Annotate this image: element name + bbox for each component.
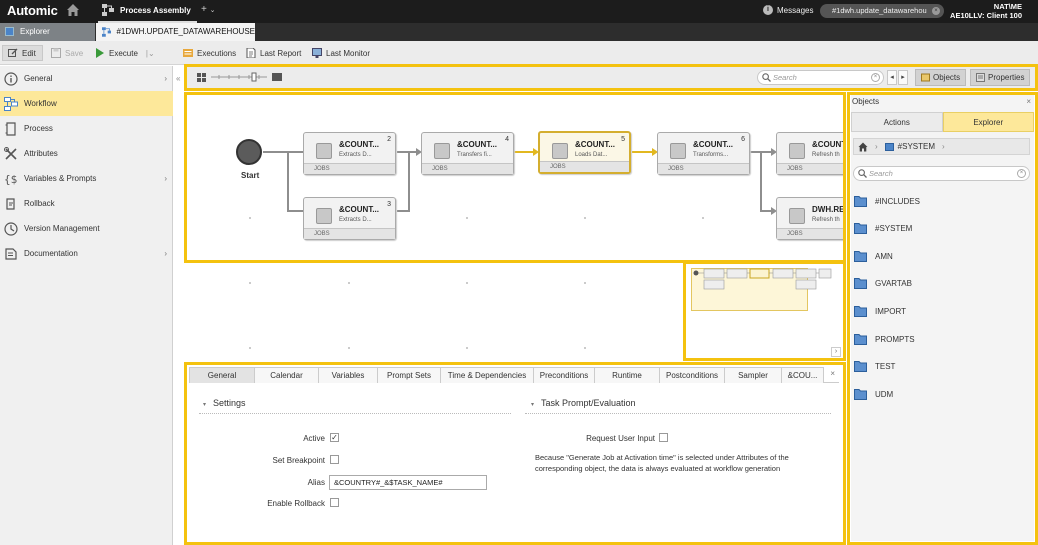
execute-dropdown-icon[interactable]: |⌄ (146, 49, 155, 58)
grid-dot (584, 282, 586, 284)
nav-label: Variables & Prompts (24, 174, 97, 183)
documentation-icon (5, 247, 17, 260)
grid-dot (348, 282, 350, 284)
nav-label: Rollback (24, 199, 55, 208)
grid-dot (584, 347, 586, 349)
nav-label: Attributes (24, 149, 58, 158)
recent-object-pill[interactable]: #1dwh.update_datawarehou × (820, 4, 944, 18)
grid-dot (249, 347, 251, 349)
messages-button[interactable]: i Messages (763, 5, 813, 15)
collapse-nav-icon[interactable]: « (176, 74, 180, 83)
highlight-frame-minimap (683, 261, 846, 361)
main-toolbar: Edit Save Execute |⌄ Executions Last Rep… (0, 41, 1038, 65)
process-assembly-label: Process Assembly (120, 6, 191, 15)
nav-label: Documentation (24, 249, 78, 258)
chevron-right-icon: › (164, 249, 167, 258)
svg-text:{$}: {$} (4, 173, 18, 186)
edit-label: Edit (22, 48, 36, 58)
grid-dot (348, 347, 350, 349)
execute-label: Execute (109, 48, 138, 58)
info-circle-icon (4, 71, 18, 86)
nav-label: Version Management (24, 224, 100, 233)
last-monitor-label: Last Monitor (326, 48, 371, 58)
grid-dot (249, 282, 251, 284)
last-monitor-button[interactable]: Last Monitor (312, 46, 370, 60)
info-icon: i (763, 5, 773, 15)
nav-item-workflow[interactable]: Workflow (0, 91, 173, 116)
nav-item-general[interactable]: General › (0, 66, 173, 91)
home-icon[interactable] (66, 3, 80, 17)
execute-button[interactable]: Execute |⌄ (95, 46, 155, 60)
highlight-frame-canvas (184, 92, 846, 263)
nav-item-variables-prompts[interactable]: {$} Variables & Prompts › (0, 166, 173, 191)
process-assembly-tab[interactable]: Process Assembly (98, 0, 197, 23)
top-bar: Automic Process Assembly + ⌄ i Messages … (0, 0, 1038, 23)
save-label: Save (65, 48, 84, 58)
explorer-tab-label: Explorer (20, 27, 50, 36)
user-name: NAT\ME (993, 2, 1022, 11)
document-icon (5, 121, 16, 136)
tools-icon (4, 146, 17, 160)
highlight-frame-objects (847, 92, 1038, 545)
user-info[interactable]: NAT\ME AE10LLV: Client 100 (950, 2, 1022, 20)
messages-label: Messages (777, 5, 814, 15)
executions-label: Executions (197, 48, 237, 58)
chevron-down-icon: ⌄ (209, 7, 216, 14)
nav-item-process[interactable]: Process (0, 116, 173, 141)
close-icon[interactable]: × (932, 7, 940, 15)
add-tab-button[interactable]: + ⌄ (201, 4, 216, 15)
nav-label: General (24, 74, 53, 83)
last-report-button[interactable]: Last Report (246, 46, 301, 60)
explorer-icon (5, 27, 14, 36)
play-icon (96, 48, 104, 58)
nav-item-documentation[interactable]: Documentation › (0, 241, 173, 266)
nav-item-rollback[interactable]: Rollback (0, 191, 173, 216)
monitor-icon (312, 48, 322, 58)
highlight-frame-properties (184, 362, 846, 545)
edit-button[interactable]: Edit (2, 45, 43, 61)
executions-button[interactable]: Executions (183, 46, 236, 60)
chevron-right-icon: › (164, 74, 167, 83)
client-info: AE10LLV: Client 100 (950, 11, 1022, 20)
document-tab-bar: Explorer #1DWH.UPDATE_DATAWAREHOUSE (0, 23, 1038, 41)
chevron-right-icon: › (164, 174, 167, 183)
nav-label: Workflow (24, 99, 57, 108)
recent-object-label: #1dwh.update_datawarehou (832, 6, 927, 15)
brand-logo: Automic (7, 3, 58, 18)
left-navigation: General › Workflow Process Attributes {$… (0, 66, 173, 545)
report-icon (246, 48, 256, 58)
nav-label: Process (24, 124, 53, 133)
workflow-icon (4, 96, 18, 111)
rollback-icon (6, 197, 15, 210)
nav-item-attributes[interactable]: Attributes (0, 141, 173, 166)
edit-icon (8, 48, 18, 57)
nav-item-version-management[interactable]: Version Management (0, 216, 173, 241)
grid-dot (466, 347, 468, 349)
variable-icon: {$} (4, 173, 18, 186)
grid-dot (466, 282, 468, 284)
add-tab-label: + (201, 4, 207, 15)
workflow-doc-tab[interactable]: #1DWH.UPDATE_DATAWAREHOUSE (96, 23, 255, 41)
process-assembly-icon (102, 4, 114, 16)
explorer-tab[interactable]: Explorer (0, 23, 95, 41)
clock-icon (4, 221, 18, 236)
executions-icon (183, 49, 193, 57)
last-report-label: Last Report (260, 48, 302, 58)
workflow-doc-label: #1DWH.UPDATE_DATAWAREHOUSE (116, 27, 255, 36)
save-button[interactable]: Save (51, 46, 83, 60)
workflow-icon (102, 27, 112, 37)
highlight-frame-toolbar (184, 64, 1038, 91)
save-icon (51, 48, 61, 58)
